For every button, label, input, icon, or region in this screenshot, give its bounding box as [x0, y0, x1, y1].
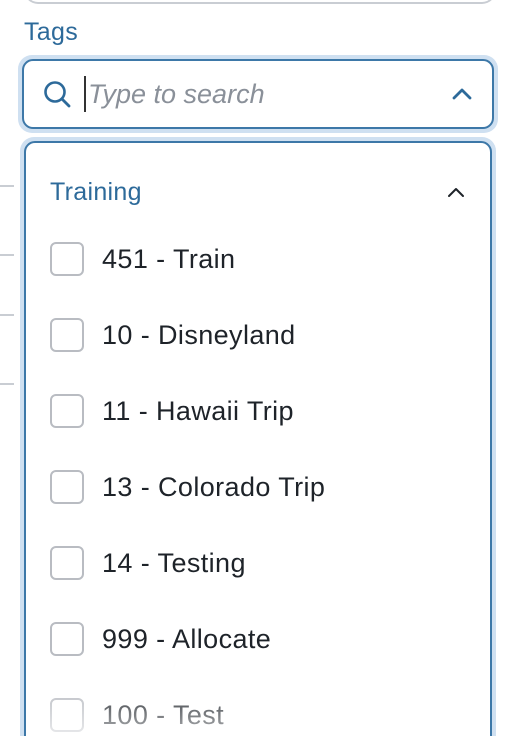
tag-checkbox[interactable] — [50, 546, 84, 580]
tag-checkbox[interactable] — [50, 698, 84, 732]
tag-option-label: 11 - Hawaii Trip — [102, 395, 294, 426]
tags-field-label: Tags — [24, 18, 79, 46]
search-icon — [44, 81, 71, 108]
group-title: Training — [50, 177, 142, 206]
tag-checkbox[interactable] — [50, 394, 84, 428]
tag-checkbox[interactable] — [50, 622, 84, 656]
tag-option[interactable]: 14 - Testing — [50, 543, 466, 583]
tags-dropdown-list: Training 451 - Train 10 - Disneyland 11 … — [24, 141, 492, 736]
tag-option[interactable]: 13 - Colorado Trip — [50, 467, 466, 507]
background-divider — [0, 383, 14, 385]
tag-option-label: 451 - Train — [102, 243, 236, 274]
tag-option[interactable]: 100 - Test — [50, 695, 466, 735]
tag-checkbox[interactable] — [50, 242, 84, 276]
tag-option-label: 14 - Testing — [102, 547, 246, 578]
tag-option-label: 13 - Colorado Trip — [102, 471, 326, 502]
tag-option[interactable]: 451 - Train — [50, 239, 466, 279]
tag-option-label: 10 - Disneyland — [102, 319, 296, 350]
tags-field-page: Tags Training 451 - Train — [0, 0, 516, 736]
background-divider — [0, 185, 14, 187]
tag-checkbox[interactable] — [50, 318, 84, 352]
background-card-edge — [24, 0, 496, 4]
tags-search-combobox[interactable] — [18, 55, 498, 133]
tag-option[interactable]: 10 - Disneyland — [50, 315, 466, 355]
background-divider — [0, 254, 14, 256]
tags-search-input[interactable] — [84, 76, 450, 112]
tags-search-container[interactable] — [22, 59, 494, 129]
chevron-up-icon[interactable] — [450, 82, 474, 106]
chevron-up-icon[interactable] — [446, 182, 466, 202]
background-divider — [0, 314, 14, 316]
tag-option[interactable]: 999 - Allocate — [50, 619, 466, 659]
tag-option-label: 999 - Allocate — [102, 623, 272, 654]
tag-option-label: 100 - Test — [102, 699, 225, 730]
tag-checkbox[interactable] — [50, 470, 84, 504]
tags-dropdown-panel: Training 451 - Train 10 - Disneyland 11 … — [20, 137, 496, 736]
tag-option[interactable]: 11 - Hawaii Trip — [50, 391, 466, 431]
group-header-training[interactable]: Training — [50, 175, 466, 209]
